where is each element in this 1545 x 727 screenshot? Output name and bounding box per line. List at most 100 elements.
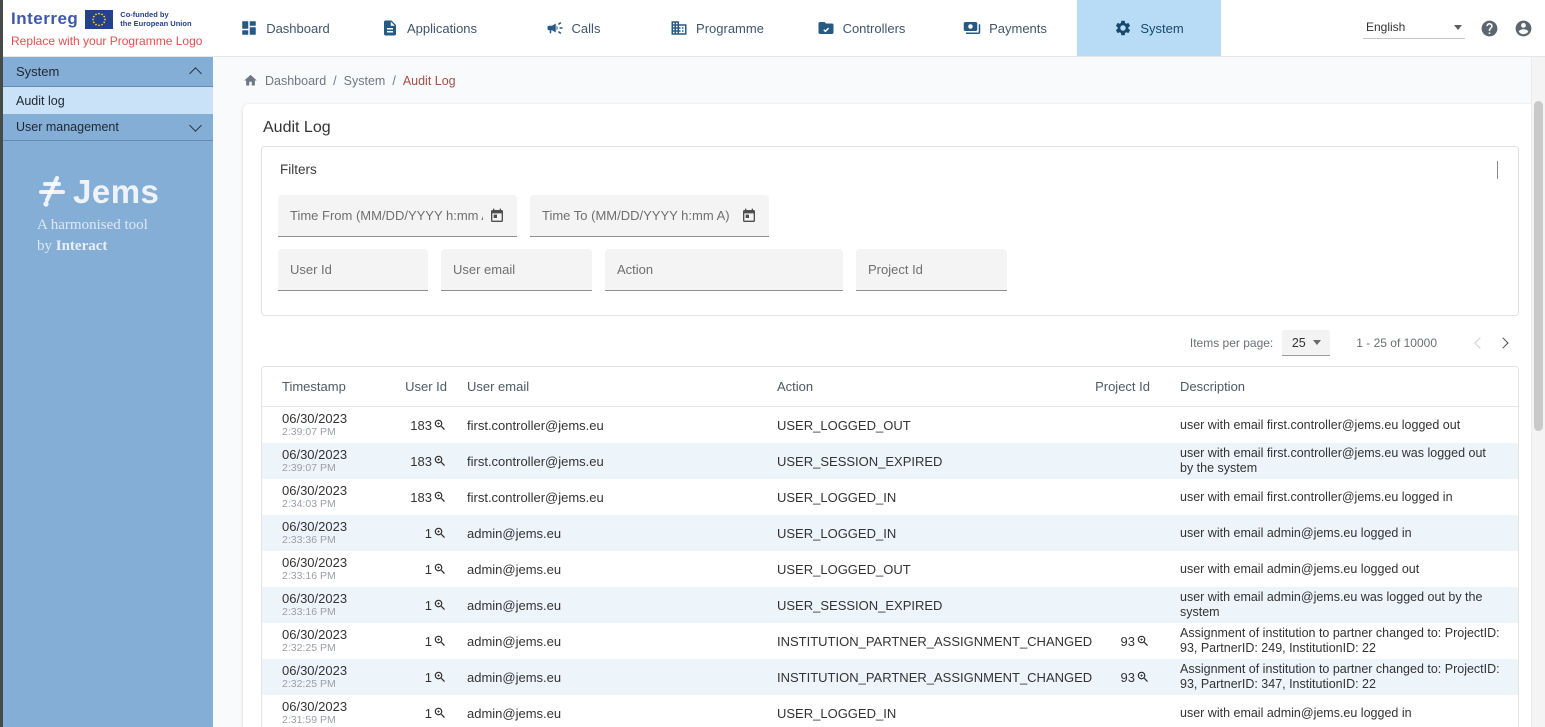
time-to-input[interactable] xyxy=(542,208,735,223)
timestamp-date: 06/30/2023 xyxy=(282,412,392,426)
scrollbar-thumb[interactable] xyxy=(1534,101,1543,431)
user-id-value: 1 xyxy=(425,706,432,721)
user-id-input[interactable] xyxy=(290,262,416,277)
header-right-controls: English xyxy=(1363,0,1545,56)
timestamp-time: 2:32:25 PM xyxy=(282,642,392,655)
timestamp-time: 2:39:07 PM xyxy=(282,462,392,475)
sidebar-section-system[interactable]: System xyxy=(3,57,213,87)
jems-tagline: A harmonised tool by Interact xyxy=(37,215,213,257)
nav-item-programme[interactable]: Programme xyxy=(645,0,789,56)
zoom-in-icon[interactable] xyxy=(433,598,447,612)
zoom-in-icon[interactable] xyxy=(433,634,447,648)
action-value: USER_SESSION_EXPIRED xyxy=(752,454,1052,469)
zoom-in-icon[interactable] xyxy=(1136,670,1150,684)
user-email-field[interactable] xyxy=(441,249,592,291)
timestamp-date: 06/30/2023 xyxy=(282,520,392,534)
description-value: Assignment of institution to partner cha… xyxy=(1150,659,1518,695)
table-row: 06/30/2023 2:33:36 PM 1 admin@jems.eu US… xyxy=(262,515,1518,551)
user-email-value: admin@jems.eu xyxy=(447,634,752,649)
action-input[interactable] xyxy=(617,262,831,277)
user-id-value: 1 xyxy=(425,634,432,649)
timestamp-date: 06/30/2023 xyxy=(282,592,392,606)
zoom-in-icon[interactable] xyxy=(433,490,447,504)
jems-brand: Jems A harmonised tool by Interact xyxy=(3,173,213,257)
zoom-in-icon[interactable] xyxy=(433,526,447,540)
language-select[interactable]: English xyxy=(1363,17,1465,39)
nav-item-controllers[interactable]: Controllers xyxy=(789,0,933,56)
interreg-wordmark: Interreg xyxy=(11,9,78,29)
chevron-down-icon xyxy=(1313,340,1321,345)
zoom-in-icon[interactable] xyxy=(1136,634,1150,648)
description-value: user with email admin@jems.eu logged in xyxy=(1150,523,1518,544)
table-row: 06/30/2023 2:39:07 PM 183 first.controll… xyxy=(262,407,1518,443)
user-email-value: admin@jems.eu xyxy=(447,706,752,721)
description-value: Assignment of institution to partner cha… xyxy=(1150,623,1518,659)
user-id-field[interactable] xyxy=(278,249,428,291)
zoom-in-icon[interactable] xyxy=(433,562,447,576)
timestamp-time: 2:33:16 PM xyxy=(282,570,392,583)
sidebar-item-audit-log[interactable]: Audit log xyxy=(3,87,213,114)
next-page-button[interactable] xyxy=(1491,330,1517,356)
action-value: INSTITUTION_PARTNER_ASSIGNMENT_CHANGED xyxy=(752,670,1052,685)
user-id-value: 183 xyxy=(410,490,432,505)
nav-item-dashboard[interactable]: Dashboard xyxy=(213,0,357,56)
nav-item-payments[interactable]: Payments xyxy=(933,0,1077,56)
timestamp-time: 2:32:25 PM xyxy=(282,678,392,691)
column-header-user-id: User Id xyxy=(392,379,447,394)
action-value: USER_LOGGED_OUT xyxy=(752,562,1052,577)
user-id-value: 183 xyxy=(410,418,432,433)
project-id-field[interactable] xyxy=(856,249,1007,291)
page-scrollbar[interactable] xyxy=(1531,57,1545,727)
jems-wordmark: Jems xyxy=(73,173,159,211)
column-header-user-email: User email xyxy=(447,379,752,394)
description-value: user with email first.controller@jems.eu… xyxy=(1150,487,1518,508)
help-button[interactable] xyxy=(1480,19,1499,38)
action-field[interactable] xyxy=(605,249,843,291)
project-id-input[interactable] xyxy=(868,262,995,277)
zoom-in-icon[interactable] xyxy=(433,670,447,684)
sidebar-item-user-management[interactable]: User management xyxy=(3,114,213,141)
time-from-field[interactable] xyxy=(278,195,517,237)
payments-icon xyxy=(963,19,981,37)
zoom-in-icon[interactable] xyxy=(433,706,447,720)
timestamp-time: 2:34:03 PM xyxy=(282,498,392,511)
breadcrumb-dashboard[interactable]: Dashboard xyxy=(265,74,326,88)
user-id-value: 1 xyxy=(425,598,432,613)
page-size-select[interactable]: 25 xyxy=(1282,330,1330,356)
calendar-icon[interactable] xyxy=(489,208,505,224)
description-value: user with email first.controller@jems.eu… xyxy=(1150,443,1518,479)
filters-collapse-button[interactable] xyxy=(1497,161,1498,179)
previous-page-button[interactable] xyxy=(1465,330,1491,356)
zoom-in-icon[interactable] xyxy=(433,418,447,432)
description-value: user with email admin@jems.eu logged in xyxy=(1150,703,1518,724)
table-header-row: Timestamp User Id User email Action Proj… xyxy=(262,367,1518,407)
breadcrumb-system[interactable]: System xyxy=(344,74,386,88)
user-email-value: admin@jems.eu xyxy=(447,562,752,577)
zoom-in-icon[interactable] xyxy=(433,454,447,468)
user-email-value: first.controller@jems.eu xyxy=(447,454,752,469)
nav-item-applications[interactable]: Applications xyxy=(357,0,501,56)
user-id-value: 183 xyxy=(410,454,432,469)
calendar-icon[interactable] xyxy=(741,208,757,224)
chevron-up-icon xyxy=(189,67,202,80)
chevron-down-icon xyxy=(189,119,202,132)
table-row: 06/30/2023 2:32:25 PM 1 admin@jems.eu IN… xyxy=(262,659,1518,695)
action-value: USER_LOGGED_OUT xyxy=(752,418,1052,433)
breadcrumb: Dashboard / System / Audit Log xyxy=(213,57,1545,101)
timestamp-time: 2:33:16 PM xyxy=(282,606,392,619)
user-email-input[interactable] xyxy=(453,262,580,277)
user-email-value: admin@jems.eu xyxy=(447,526,752,541)
document-icon xyxy=(381,19,399,37)
nav-item-system[interactable]: System xyxy=(1077,0,1221,56)
home-icon[interactable] xyxy=(243,73,258,88)
timestamp-date: 06/30/2023 xyxy=(282,628,392,642)
time-to-field[interactable] xyxy=(530,195,769,237)
time-from-input[interactable] xyxy=(290,208,483,223)
nav-item-calls[interactable]: Calls xyxy=(501,0,645,56)
user-email-value: first.controller@jems.eu xyxy=(447,490,752,505)
jems-logo-icon xyxy=(37,175,67,209)
timestamp-date: 06/30/2023 xyxy=(282,484,392,498)
account-button[interactable] xyxy=(1514,19,1533,38)
table-row: 06/30/2023 2:39:07 PM 183 first.controll… xyxy=(262,443,1518,479)
cofunded-text: Co-funded by the European Union xyxy=(120,10,191,28)
